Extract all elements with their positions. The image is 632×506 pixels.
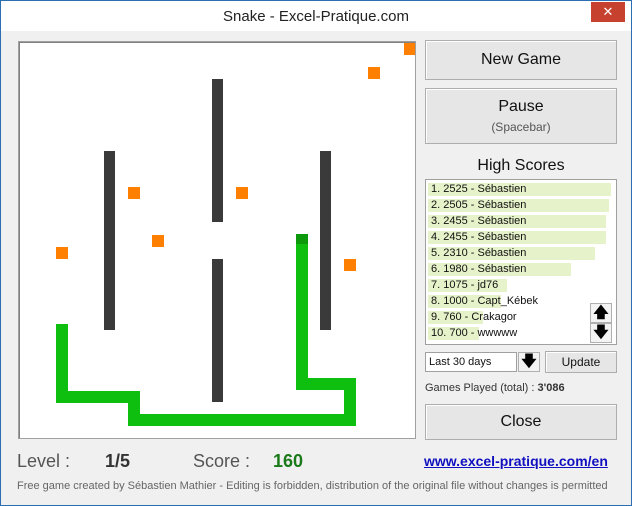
high-score-row: 1. 2525 - Sébastien <box>428 182 611 197</box>
high-score-text: 8. 1000 - Capt_Kébek <box>431 295 539 307</box>
high-scores-title: High Scores <box>477 157 565 174</box>
food <box>368 67 380 79</box>
high-score-row: 8. 1000 - Capt_Kébek <box>428 294 538 309</box>
website-link[interactable]: www.excel-pratique.com/en <box>424 453 608 469</box>
high-score-text: 4. 2455 - Sébastien <box>431 231 527 243</box>
games-played: Games Played (total) : 3'086 <box>425 382 565 394</box>
snake-head <box>296 234 308 244</box>
high-score-row: 6. 1980 - Sébastien <box>428 262 571 277</box>
score-label: Score : <box>193 451 251 471</box>
pause-hint: (Spacebar) <box>491 120 551 134</box>
level-value: 1/5 <box>105 451 131 471</box>
food <box>152 235 164 247</box>
food <box>404 43 415 55</box>
high-score-row: 2. 2505 - Sébastien <box>428 198 609 213</box>
high-score-text: 3. 2455 - Sébastien <box>431 215 527 227</box>
pause-button[interactable]: Pause (Spacebar) <box>425 88 617 144</box>
close-window-icon[interactable]: ✕ <box>591 2 625 22</box>
footer-notice: Free game created by Sébastien Mathier -… <box>17 480 608 492</box>
wall <box>104 151 115 330</box>
title-bar[interactable]: Snake - Excel-Pratique.com ✕ <box>1 1 631 31</box>
level-label: Level : <box>17 451 71 471</box>
scroll-down-arrow-icon[interactable]: 🡇 <box>590 323 612 343</box>
window-title: Snake - Excel-Pratique.com <box>223 8 409 25</box>
wall <box>320 151 331 330</box>
new-game-button[interactable]: New Game <box>425 40 617 80</box>
high-score-text: 5. 2310 - Sébastien <box>431 247 527 259</box>
high-score-text: 9. 760 - Crakagor <box>431 311 517 323</box>
game-board[interactable] <box>18 41 416 439</box>
high-score-row: 10. 700 - wwwww <box>428 326 517 341</box>
update-button[interactable]: Update <box>545 351 617 373</box>
high-score-text: 6. 1980 - Sébastien <box>431 263 527 275</box>
high-score-row: 5. 2310 - Sébastien <box>428 246 595 261</box>
high-score-row: 9. 760 - Crakagor <box>428 310 517 325</box>
close-button[interactable]: Close <box>425 404 617 440</box>
food <box>128 187 140 199</box>
food <box>344 259 356 271</box>
pause-label: Pause <box>498 98 544 115</box>
game-board-canvas <box>56 43 415 426</box>
score-value: 160 <box>273 451 304 471</box>
food <box>56 247 68 259</box>
high-score-row: 3. 2455 - Sébastien <box>428 214 606 229</box>
high-score-text: 10. 700 - wwwww <box>431 327 518 339</box>
high-score-text: 2. 2505 - Sébastien <box>431 199 527 211</box>
high-score-text: 1. 2525 - Sébastien <box>431 183 527 195</box>
wall <box>212 259 223 402</box>
high-score-row: 4. 2455 - Sébastien <box>428 230 606 245</box>
high-score-text: 7. 1075 - jd76 <box>431 279 499 291</box>
high-score-row: 7. 1075 - jd76 <box>428 278 507 293</box>
games-played-value: 3'086 <box>537 382 565 394</box>
wall <box>212 79 223 222</box>
high-scores-list[interactable]: 1. 2525 - Sébastien 2. 2505 - Sébastien … <box>425 179 617 345</box>
period-select[interactable]: Last 30 days <box>425 352 517 372</box>
food <box>236 187 248 199</box>
games-played-label: Games Played (total) : <box>425 382 535 394</box>
game-window: Snake - Excel-Pratique.com ✕ New Game Pa… <box>0 0 632 506</box>
dropdown-arrow-icon[interactable]: 🡇 <box>518 352 540 372</box>
scroll-up-arrow-icon[interactable]: 🡅 <box>590 303 612 323</box>
